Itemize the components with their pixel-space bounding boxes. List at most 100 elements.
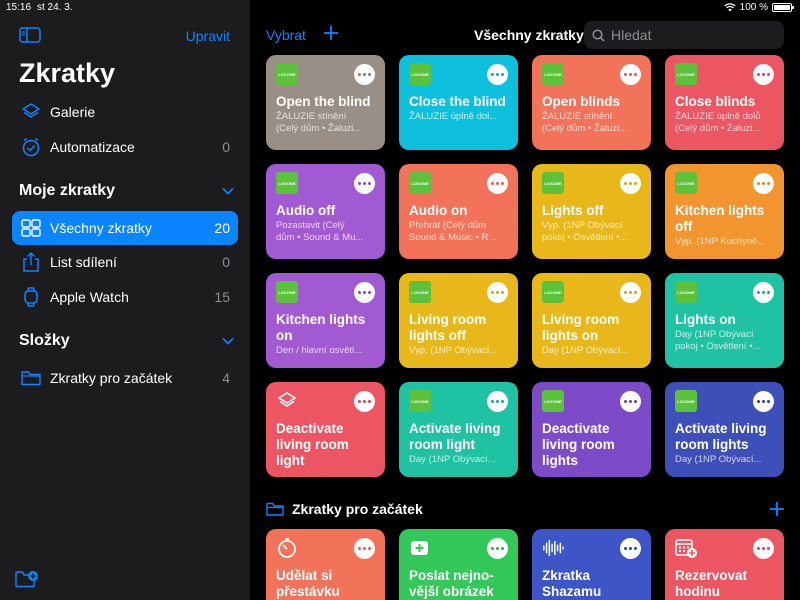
shortcut-card-close-the-blind[interactable]: LOXONE Close the blind ŽALUZIE úplně dol..…	[399, 55, 518, 150]
shortcut-card-living-room-lights-off[interactable]: LOXONE Living room lights off Vyp. (1NP Ob…	[399, 273, 518, 368]
new-folder-icon[interactable]	[15, 570, 39, 588]
page-title: Všechny zkratky	[474, 27, 584, 43]
search-bar[interactable]	[584, 21, 784, 49]
sidebar-item-count: 20	[214, 220, 230, 236]
section-title: Moje zkratky	[19, 182, 116, 199]
more-options-icon[interactable]	[620, 282, 641, 303]
sidebar-item-count: 4	[222, 370, 230, 386]
sidebar-item-all-shortcuts[interactable]: Všechny zkratky 20	[12, 211, 238, 245]
loxone-logo-icon: LOXONE	[409, 390, 431, 412]
sidebar: Upravit Zkratky Galerie Automatizace 0 M…	[0, 0, 250, 600]
more-options-icon[interactable]	[753, 538, 774, 559]
more-options-icon[interactable]	[354, 391, 375, 412]
loxone-logo-icon: LOXONE	[276, 281, 298, 303]
sidebar-item-automation[interactable]: Automatizace 0	[12, 130, 238, 164]
loxone-logo-icon: LOXONE	[409, 281, 431, 303]
shortcut-card-lights-off[interactable]: LOXONE Lights off Vyp. (1NP Obývací pokoj •…	[532, 164, 651, 259]
shortcut-card-deactivate-living-room-light[interactable]: Deactivate living room light	[266, 382, 385, 477]
shortcut-card-udelat-si-prestavku[interactable]: Udělat si přestávku	[266, 529, 385, 600]
shortcut-subtitle: Vyp. (1NP Obývací	[542, 220, 623, 231]
more-options-icon[interactable]	[487, 64, 508, 85]
sidebar-item-count: 15	[214, 289, 230, 305]
battery-icon	[772, 3, 794, 12]
more-options-icon[interactable]	[753, 391, 774, 412]
loxone-logo-icon: LOXONE	[542, 281, 564, 303]
more-options-icon[interactable]	[354, 282, 375, 303]
shortcut-card-audio-on[interactable]: LOXONE Audio on Přehrát (Celý dům Sound & M…	[399, 164, 518, 259]
shortcut-card-lights-on[interactable]: LOXONE Lights on Day (1NP Obývací pokoj • O…	[665, 273, 784, 368]
more-options-icon[interactable]	[620, 173, 641, 194]
wifi-icon	[723, 3, 736, 12]
shortcut-card-audio-off[interactable]: LOXONE Audio off Pozastavit (Celý dům • Sou…	[266, 164, 385, 259]
sidebar-item-apple-watch[interactable]: Apple Watch 15	[12, 280, 238, 314]
more-options-icon[interactable]	[487, 173, 508, 194]
loxone-logo-icon: LOXONE	[409, 172, 431, 194]
shortcut-card-open-the-blind[interactable]: LOXONE Open the blind ŽALUZIE stínění (Celý…	[266, 55, 385, 150]
sidebar-item-gallery[interactable]: Galerie	[12, 95, 238, 129]
section-folders[interactable]: Složky	[19, 332, 234, 350]
more-options-icon[interactable]	[753, 173, 774, 194]
grid-icon	[20, 217, 42, 239]
status-date: st 24. 3.	[37, 2, 73, 13]
shortcut-name: Open blinds	[542, 94, 621, 109]
search-icon	[592, 28, 605, 42]
loxone-logo-icon: LOXONE	[542, 390, 564, 412]
watch-icon	[20, 286, 42, 308]
battery-percent: 100 %	[739, 2, 768, 13]
sidebar-toggle-icon[interactable]	[19, 27, 41, 43]
main-content: Vybrat Všechny zkratky LOXONE Open the bl…	[250, 0, 800, 600]
shortcut-subtitle: Pozastavit (Celý	[276, 220, 345, 231]
shortcut-card-open-blinds[interactable]: LOXONE Open blinds ŽALUZIE stínění (Celý dů…	[532, 55, 651, 150]
shortcut-card-activate-living-room-lights[interactable]: LOXONE Activate living room lights Day (1N…	[665, 382, 784, 477]
more-options-icon[interactable]	[487, 391, 508, 412]
shortcut-subtitle: Day (1NP Obývací	[675, 329, 754, 340]
loxone-logo-icon: LOXONE	[675, 172, 697, 194]
loxone-logo-icon: LOXONE	[675, 390, 697, 412]
shortcut-subtitle: Day (1NP Obývací...	[675, 454, 762, 465]
shortcut-card-zkratka-shazamu[interactable]: Zkratka Shazamu	[532, 529, 651, 600]
loxone-logo-icon: LOXONE	[542, 172, 564, 194]
shortcut-card-deactivate-living-room-lights[interactable]: LOXONE Deactivate living room lights	[532, 382, 651, 477]
shortcut-card-kitchen-lights-off[interactable]: LOXONE Kitchen lights off Vyp. (1NP Kuchyn…	[665, 164, 784, 259]
sidebar-item-label: Všechny zkratky	[50, 220, 152, 236]
shortcut-subtitle-line-2: (Celý dům • Žaluzi...	[276, 123, 362, 134]
search-input[interactable]	[611, 27, 771, 43]
more-options-icon[interactable]	[620, 64, 641, 85]
shortcut-name: Audio off	[276, 203, 336, 218]
edit-button[interactable]: Upravit	[186, 28, 230, 44]
share-icon	[20, 251, 42, 273]
more-options-icon[interactable]	[354, 64, 375, 85]
more-options-icon[interactable]	[487, 282, 508, 303]
more-options-icon[interactable]	[753, 282, 774, 303]
top-bar: Vybrat Všechny zkratky	[250, 16, 800, 54]
more-options-icon[interactable]	[487, 538, 508, 559]
shortcut-card-living-room-lights-on[interactable]: LOXONE Living room lights on Day (1NP Obýv…	[532, 273, 651, 368]
more-options-icon[interactable]	[354, 538, 375, 559]
shortcut-card-poslat-nejno-vejsi-obrazek[interactable]: Poslat nejno-vější obrázek	[399, 529, 518, 600]
shortcut-name: Deactivate living room lights	[542, 421, 615, 468]
status-bar: 15:16 st 24. 3. 100 %	[0, 0, 800, 16]
select-button[interactable]: Vybrat	[266, 27, 306, 43]
photo-plus-icon	[409, 537, 431, 559]
clock-check-icon	[20, 136, 42, 158]
add-to-folder-icon[interactable]	[768, 500, 786, 518]
shortcut-card-activate-living-room-light[interactable]: LOXONE Activate living room light Day (1NP…	[399, 382, 518, 477]
more-options-icon[interactable]	[620, 391, 641, 412]
shortcut-card-kitchen-lights-on[interactable]: LOXONE Kitchen lights on Den / hlavní osvě…	[266, 273, 385, 368]
sidebar-item-starter-folder[interactable]: Zkratky pro začátek 4	[12, 361, 238, 395]
loxone-logo-icon: LOXONE	[675, 63, 697, 85]
more-options-icon[interactable]	[620, 538, 641, 559]
shortcut-card-rezervovat-hodinu[interactable]: Rezervovat hodinu	[665, 529, 784, 600]
loxone-logo-icon: LOXONE	[409, 63, 431, 85]
shortcut-card-close-blinds[interactable]: LOXONE Close blinds ŽALUZIE úplně dolů (Cel…	[665, 55, 784, 150]
shortcut-name: Open the blind	[276, 94, 371, 109]
add-shortcut-icon[interactable]	[322, 24, 340, 42]
shortcut-subtitle: Přehrát (Celý dům	[409, 220, 487, 231]
shortcut-subtitle-line-2: pokoj • Osvětlení •...	[542, 232, 628, 243]
more-options-icon[interactable]	[753, 64, 774, 85]
more-options-icon[interactable]	[354, 173, 375, 194]
section-my-shortcuts[interactable]: Moje zkratky	[19, 182, 234, 200]
sidebar-item-label: Zkratky pro začátek	[50, 370, 173, 386]
sidebar-item-share-sheet[interactable]: List sdílení 0	[12, 245, 238, 279]
shortcut-name: Lights on	[675, 312, 736, 327]
